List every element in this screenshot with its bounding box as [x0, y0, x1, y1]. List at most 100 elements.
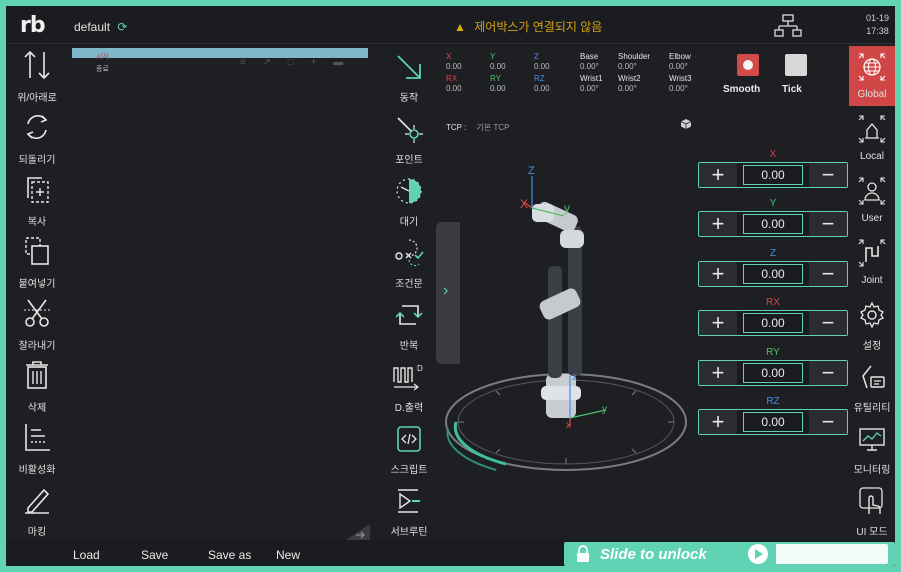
point-command-button[interactable]: 포인트: [378, 106, 440, 168]
cut-label: 잘라내기: [18, 341, 56, 352]
robot-frame-icon: [858, 115, 886, 143]
condition-command-button[interactable]: 조건문: [378, 230, 440, 292]
readout-base-value: 0.00°: [580, 62, 599, 71]
global-frame-label: Global: [857, 89, 887, 100]
readout-z-value: 0.00: [534, 62, 550, 71]
program-tree[interactable]: 시작 종료 ≡ ↗ □ + ▬: [72, 48, 370, 538]
settings-button[interactable]: 설정: [849, 294, 895, 354]
digital-output-command-button[interactable]: D D.출력: [378, 354, 440, 416]
monitoring-label: 모니터링: [853, 465, 891, 476]
top-bar: rb default ⟳ ▲ 제어박스가 연결되지 않음 01-19 17:38: [6, 6, 895, 44]
jog-x: X + 0.00 −: [698, 148, 848, 188]
script-command-button[interactable]: 스크립트: [378, 416, 440, 478]
deactivate-button[interactable]: 비활성화: [6, 416, 68, 478]
wait-icon: [396, 178, 422, 204]
jog-x-plus-button[interactable]: +: [699, 163, 737, 187]
marking-button[interactable]: 마킹: [6, 478, 68, 540]
tree-node-end[interactable]: 종료: [96, 64, 109, 74]
ui-mode-button[interactable]: UI 모드: [849, 480, 895, 540]
smooth-toggle[interactable]: [730, 54, 766, 84]
readout-shoulder: Shoulder 0.00°: [618, 52, 658, 72]
jog-rx-plus-button[interactable]: +: [699, 311, 737, 335]
view-cube-icon[interactable]: [680, 118, 692, 130]
jog-rz-axis-label: RZ: [766, 396, 780, 407]
tick-toggle[interactable]: [778, 54, 814, 84]
move-arrow-icon: [397, 55, 421, 79]
jog-y-minus-button[interactable]: −: [809, 212, 847, 236]
jog-z-minus-button[interactable]: −: [809, 262, 847, 286]
monitoring-button[interactable]: 모니터링: [849, 418, 895, 478]
jog-rx-minus-button[interactable]: −: [809, 311, 847, 335]
marking-label: 마킹: [27, 527, 47, 538]
jog-y-value[interactable]: 0.00: [743, 214, 803, 234]
subroutine-command-label: 서브루틴: [390, 527, 428, 538]
project-name: default: [74, 20, 111, 34]
jog-rz-value[interactable]: 0.00: [743, 412, 803, 432]
save-as-button[interactable]: Save as: [208, 548, 251, 562]
readout-shoulder-value: 0.00°: [618, 62, 637, 71]
jog-rz-plus-button[interactable]: +: [699, 410, 737, 434]
subroutine-icon: [398, 489, 420, 513]
tcp-info: TCP : 기본 TCP: [446, 122, 510, 133]
network-icon[interactable]: [774, 14, 802, 38]
copy-button[interactable]: 복사: [6, 168, 68, 230]
jog-ry-plus-button[interactable]: +: [699, 361, 737, 385]
slider-track[interactable]: [776, 544, 888, 564]
jog-rz-minus-button[interactable]: −: [809, 410, 847, 434]
move-command-button[interactable]: 동작: [378, 44, 440, 106]
warning-text: 제어박스가 연결되지 않음: [474, 20, 603, 34]
wait-command-button[interactable]: 대기: [378, 168, 440, 230]
paste-button[interactable]: 붙여넣기: [6, 230, 68, 292]
save-button[interactable]: Save: [141, 548, 168, 562]
joint-frame-button[interactable]: Joint: [849, 232, 895, 292]
jog-x-minus-button[interactable]: −: [809, 163, 847, 187]
cut-button[interactable]: 잘라내기: [6, 292, 68, 354]
undo-label: 되돌리기: [18, 155, 56, 166]
jog-ry: RY + 0.00 −: [698, 346, 848, 386]
deactivate-label: 비활성화: [18, 465, 56, 476]
jog-ry-minus-button[interactable]: −: [809, 361, 847, 385]
utility-label: 유틸리티: [853, 403, 891, 414]
robot-arm: [532, 201, 584, 418]
delete-button[interactable]: 삭제: [6, 354, 68, 416]
paste-icon: [25, 237, 49, 265]
utility-button[interactable]: 유틸리티: [849, 356, 895, 416]
undo-button[interactable]: 되돌리기: [6, 106, 68, 168]
collapse-arrow-icon[interactable]: [346, 524, 370, 540]
readout-y: Y 0.00: [490, 52, 530, 72]
tree-node-start[interactable]: 시작: [96, 52, 109, 62]
move-up-down-label: 위/아래로: [17, 93, 57, 104]
user-frame-button[interactable]: User: [849, 170, 895, 230]
repeat-command-button[interactable]: 반복: [378, 292, 440, 354]
new-button[interactable]: New: [276, 548, 300, 562]
jog-z-plus-button[interactable]: +: [699, 262, 737, 286]
move-up-down-button[interactable]: 위/아래로: [6, 44, 68, 106]
load-button[interactable]: Load: [73, 548, 100, 562]
gear-icon: [860, 301, 884, 329]
time-text: 17:38: [866, 26, 889, 36]
global-frame-button[interactable]: Global: [849, 46, 895, 106]
subroutine-command-button[interactable]: 서브루틴: [378, 478, 440, 540]
jog-z: Z + 0.00 −: [698, 247, 848, 287]
jog-x-axis-label: X: [769, 149, 777, 160]
readout-ry: RY 0.00: [490, 74, 530, 94]
refresh-icon[interactable]: ⟳: [117, 20, 127, 34]
scissors-icon: [24, 299, 50, 327]
globe-icon: [858, 53, 886, 81]
user-frame-label: User: [861, 213, 883, 224]
robot-3d-view[interactable]: Z X y z x y: [436, 146, 706, 486]
tree-tool-icons: ≡ ↗ □ + ▬: [240, 57, 351, 68]
jog-ry-value[interactable]: 0.00: [743, 363, 803, 383]
slide-to-unlock[interactable]: Slide to unlock: [564, 542, 895, 566]
slider-handle-icon[interactable]: [748, 544, 768, 564]
jog-rx-control: + 0.00 −: [698, 310, 848, 336]
jog-z-value[interactable]: 0.00: [743, 264, 803, 284]
readout-wrist1-label: Wrist1: [580, 74, 603, 83]
jog-x-value[interactable]: 0.00: [743, 165, 803, 185]
jog-rx-value[interactable]: 0.00: [743, 313, 803, 333]
readout-rz-label: RZ: [534, 74, 545, 83]
project-selector[interactable]: default ⟳: [74, 20, 127, 34]
jog-y-plus-button[interactable]: +: [699, 212, 737, 236]
jog-x-control: + 0.00 −: [698, 162, 848, 188]
local-frame-button[interactable]: Local: [849, 108, 895, 168]
